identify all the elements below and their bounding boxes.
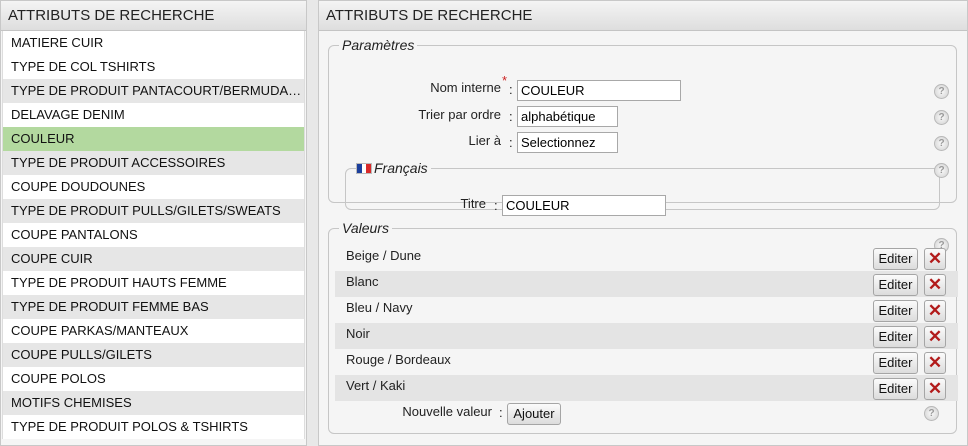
trier-select[interactable]: alphabétique	[517, 106, 618, 127]
france-flag-icon	[356, 163, 372, 174]
help-icon[interactable]: ?	[934, 110, 949, 125]
titre-input[interactable]	[502, 195, 666, 216]
left-panel-title: ATTRIBUTS DE RECHERCHE	[1, 1, 306, 31]
help-icon[interactable]: ?	[934, 136, 949, 151]
delete-icon[interactable]: ✕	[924, 248, 946, 270]
attribute-list-item[interactable]: COUPE PANTALONS	[3, 223, 304, 247]
francais-legend-text: Français	[374, 160, 428, 176]
value-label: Beige / Dune	[346, 248, 422, 263]
attribute-list-panel: ATTRIBUTS DE RECHERCHE MATIERE CUIR TYPE…	[0, 0, 307, 446]
edit-button[interactable]: Editer	[873, 352, 918, 374]
attribute-list-item[interactable]: COUPE PARKAS/MANTEAUX	[3, 319, 304, 343]
value-label: Rouge / Bordeaux	[346, 352, 451, 367]
titre-label: Titre	[460, 196, 486, 211]
attribute-list-item[interactable]: TYPE DE PRODUIT PANTACOURT/BERMUDA/…	[3, 79, 304, 103]
help-icon[interactable]: ?	[924, 406, 939, 421]
attribute-detail-panel: ATTRIBUTS DE RECHERCHE Paramètres Nom in…	[318, 0, 968, 446]
required-marker: *	[502, 73, 508, 88]
attribute-list-item[interactable]: COUPE CUIR	[3, 247, 304, 271]
value-row: Blanc Editer ✕	[335, 271, 958, 297]
trier-label: Trier par ordre	[418, 107, 501, 122]
parametres-legend: Paramètres	[342, 37, 415, 53]
attribute-list-item[interactable]: TYPE DE PRODUIT FEMME BAS	[3, 295, 304, 319]
edit-button[interactable]: Editer	[873, 326, 918, 348]
value-label: Blanc	[346, 274, 379, 289]
add-value-button[interactable]: Ajouter	[507, 403, 561, 425]
valeurs-legend: Valeurs	[342, 220, 389, 236]
attribute-list-item[interactable]: TYPE DE PRODUIT PULLS/GILETS/SWEATS	[3, 199, 304, 223]
attribute-list-item[interactable]: COUPE DOUDOUNES	[3, 175, 304, 199]
colon: :	[509, 135, 513, 150]
value-label: Noir	[346, 326, 370, 341]
value-row: Beige / Dune Editer ✕	[335, 245, 958, 271]
attribute-list-item[interactable]: MATIERE CUIR	[3, 31, 304, 55]
lier-select[interactable]: Selectionnez	[517, 132, 618, 153]
attribute-list-item[interactable]: DELAVAGE DENIM	[3, 103, 304, 127]
nouvelle-valeur-label: Nouvelle valeur	[402, 404, 492, 419]
edit-button[interactable]: Editer	[873, 248, 918, 270]
delete-icon[interactable]: ✕	[924, 300, 946, 322]
attribute-list-item[interactable]: TYPE DE PRODUIT ACCESSOIRES	[3, 151, 304, 175]
parametres-fieldset: Paramètres Nom interne * : ? Trier par o…	[328, 37, 957, 216]
value-label: Bleu / Navy	[346, 300, 413, 315]
attribute-list-item[interactable]: TYPE DE COL TSHIRTS	[3, 55, 304, 79]
attribute-list-item[interactable]: COUPE POLOS	[3, 367, 304, 391]
attribute-list-item[interactable]: MOTIFS CHEMISES	[3, 391, 304, 415]
help-icon[interactable]: ?	[934, 163, 949, 178]
help-icon[interactable]: ?	[934, 84, 949, 99]
attribute-list: MATIERE CUIR TYPE DE COL TSHIRTS TYPE DE…	[2, 31, 305, 439]
value-row: Bleu / Navy Editer ✕	[335, 297, 958, 323]
value-label: Vert / Kaki	[346, 378, 406, 393]
value-row: Rouge / Bordeaux Editer ✕	[335, 349, 958, 375]
nom-interne-input[interactable]	[517, 80, 681, 101]
edit-button[interactable]: Editer	[873, 274, 918, 296]
edit-button[interactable]: Editer	[873, 378, 918, 400]
delete-icon[interactable]: ✕	[924, 378, 946, 400]
value-row: Noir Editer ✕	[335, 323, 958, 349]
attribute-list-item[interactable]: COUPE PULLS/GILETS	[3, 343, 304, 367]
delete-icon[interactable]: ✕	[924, 274, 946, 296]
attribute-list-item[interactable]: TYPE DE PRODUIT POLOS & TSHIRTS	[3, 415, 304, 439]
edit-button[interactable]: Editer	[873, 300, 918, 322]
delete-icon[interactable]: ✕	[924, 352, 946, 374]
attribute-list-item-selected[interactable]: COULEUR	[3, 127, 304, 151]
colon: :	[494, 198, 498, 213]
lier-label: Lier à	[468, 133, 501, 148]
nom-interne-label: Nom interne	[430, 80, 501, 95]
right-panel-title: ATTRIBUTS DE RECHERCHE	[319, 1, 967, 31]
francais-legend: Français	[356, 160, 431, 176]
attribute-list-item[interactable]: TYPE DE PRODUIT HAUTS FEMME	[3, 271, 304, 295]
colon: :	[509, 82, 513, 97]
value-row: Vert / Kaki Editer ✕	[335, 375, 958, 401]
delete-icon[interactable]: ✕	[924, 326, 946, 348]
colon: :	[499, 405, 503, 420]
francais-fieldset: Français Titre :	[345, 160, 940, 216]
colon: :	[509, 109, 513, 124]
